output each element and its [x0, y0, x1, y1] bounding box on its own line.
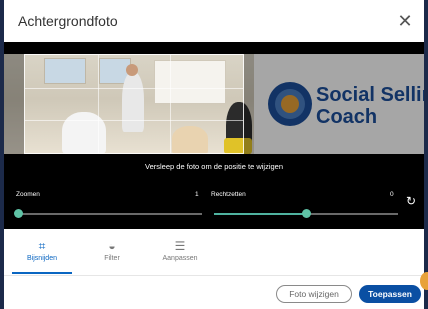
filter-icon: ◒: [108, 239, 116, 253]
zoom-label: Zoomen: [16, 191, 40, 198]
background-photo-dialog: Achtergrondfoto ✕ Social Sellin Coach Ve…: [4, 0, 424, 309]
rotate-icon[interactable]: ↻: [406, 194, 416, 208]
straighten-slider-thumb[interactable]: [302, 209, 311, 218]
logo-area: Social Sellin Coach: [254, 54, 424, 154]
adjust-icon: ☰: [174, 239, 186, 253]
straighten-slider-fill: [214, 213, 306, 215]
tab-filter[interactable]: ◒ Filter: [82, 229, 142, 274]
logo-text: Social Sellin Coach: [316, 84, 424, 128]
tab-label: Bijsnijden: [27, 255, 57, 262]
notification-indicator: [420, 272, 428, 290]
crop-grid-line: [25, 120, 243, 122]
dialog-header: Achtergrondfoto ✕: [4, 0, 424, 42]
crop-icon: ⌗: [38, 239, 46, 253]
background-photo[interactable]: Social Sellin Coach: [4, 54, 424, 154]
tab-label: Filter: [104, 255, 120, 262]
close-icon[interactable]: ✕: [394, 10, 416, 32]
social-selling-coach-logo: [268, 82, 312, 126]
logo-text-line1: Social Sellin: [316, 84, 424, 106]
photo-editor: Social Sellin Coach Versleep de foto om …: [4, 42, 424, 229]
zoom-slider-thumb[interactable]: [14, 209, 23, 218]
change-photo-button[interactable]: Foto wijzigen: [276, 285, 352, 303]
tab-adjust[interactable]: ☰ Aanpassen: [150, 229, 210, 274]
zoom-slider-track[interactable]: [18, 213, 202, 215]
zoom-value: 1: [195, 191, 199, 198]
straighten-label: Rechtzetten: [211, 191, 246, 198]
crop-frame[interactable]: [24, 54, 244, 154]
crop-grid-line: [25, 87, 243, 89]
editor-tabs: ⌗ Bijsnijden ◒ Filter ☰ Aanpassen: [4, 229, 424, 276]
drag-hint: Versleep de foto om de positie te wijzig…: [145, 162, 283, 171]
tab-label: Aanpassen: [162, 255, 198, 262]
crop-grid-line: [170, 55, 172, 153]
tab-crop[interactable]: ⌗ Bijsnijden: [12, 229, 72, 274]
straighten-value: 0: [390, 191, 394, 198]
crop-grid-line: [97, 55, 99, 153]
apply-button[interactable]: Toepassen: [359, 285, 421, 303]
dialog-title: Achtergrondfoto: [18, 13, 118, 29]
logo-text-line2: Coach: [316, 106, 378, 128]
